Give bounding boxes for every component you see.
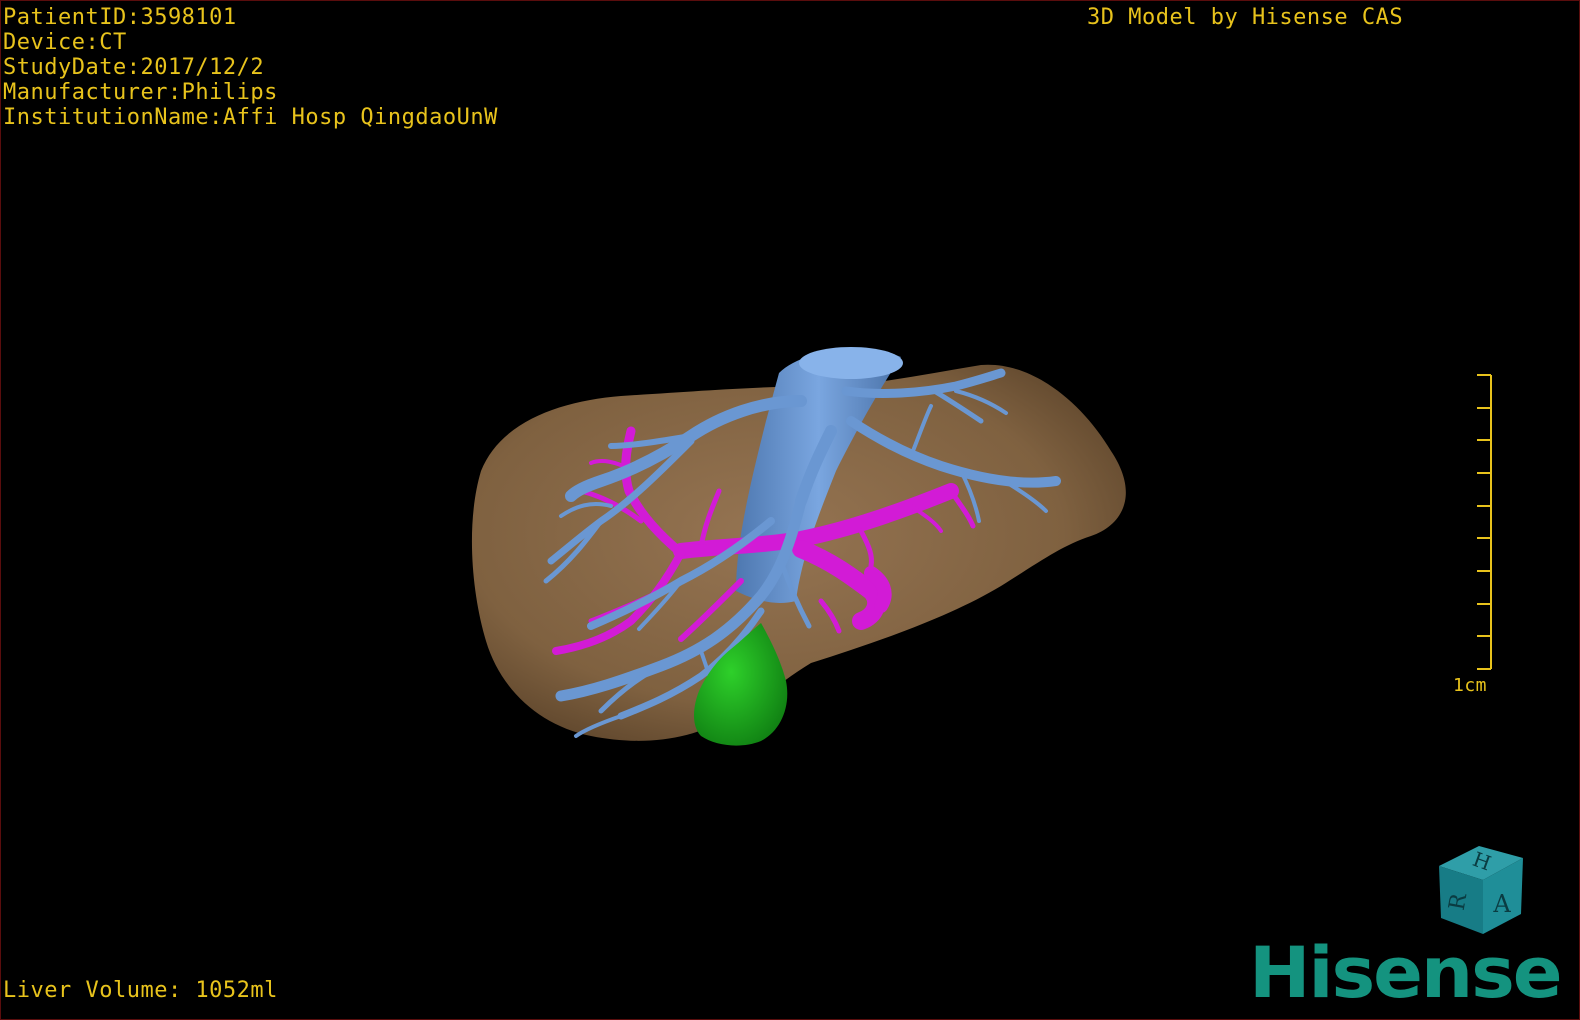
scale-bar bbox=[1477, 374, 1492, 670]
3d-viewport[interactable]: PatientID:3598101 Device:CT StudyDate:2017… bbox=[0, 0, 1580, 1020]
cube-front-label: A bbox=[1492, 890, 1511, 918]
hisense-logo: Hisense bbox=[1249, 932, 1563, 1014]
orientation-cube[interactable]: H R A bbox=[1431, 846, 1531, 941]
liver-volume: Liver Volume: 1052ml bbox=[3, 978, 278, 1003]
liver-3d-model[interactable] bbox=[1, 1, 1580, 1020]
ivc-opening bbox=[799, 347, 903, 379]
scale-label: 1cm bbox=[1453, 675, 1488, 696]
